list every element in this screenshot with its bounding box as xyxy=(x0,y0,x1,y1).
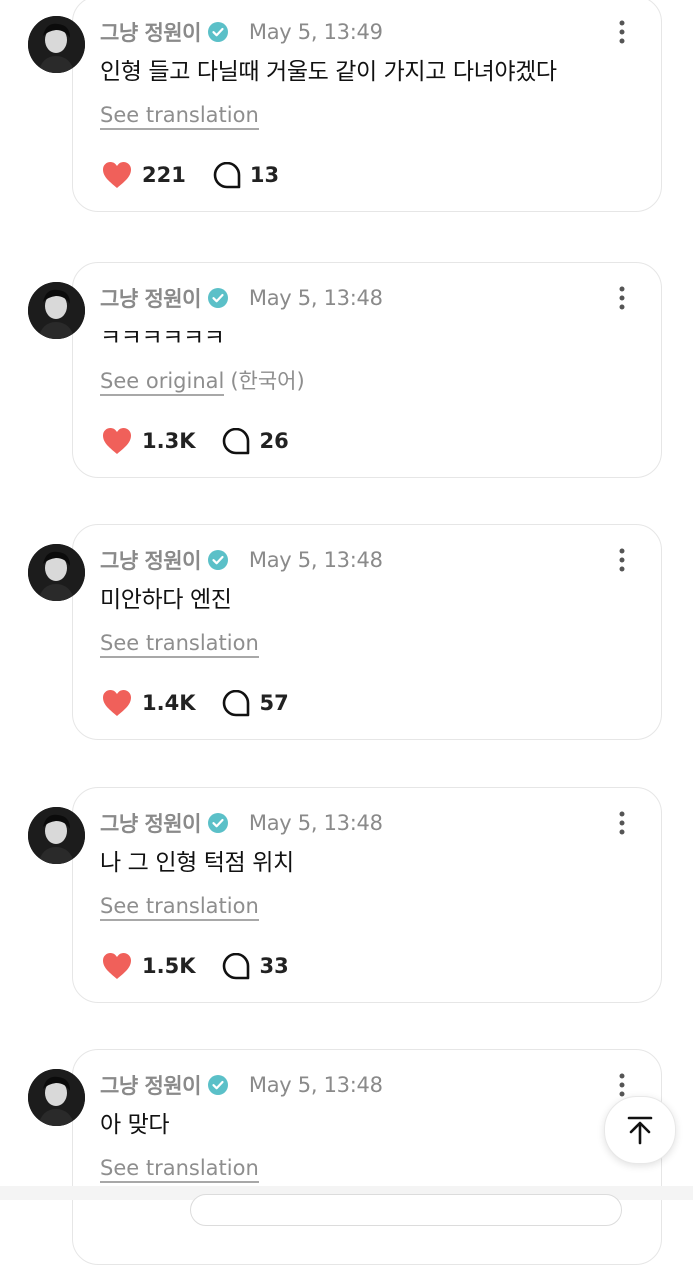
post-actions: 1.3K 26 xyxy=(100,424,289,458)
translation-row: See translation xyxy=(100,891,265,921)
post: 그냥 정원이 May 5, 13:48 미안하다 엔진 See translat… xyxy=(0,524,693,744)
author-name[interactable]: 그냥 정원이 xyxy=(100,545,201,575)
verified-badge-icon xyxy=(207,812,229,834)
reply-bubble-icon[interactable] xyxy=(221,426,251,456)
avatar[interactable] xyxy=(28,1069,85,1126)
translation-row: See translation xyxy=(100,100,265,130)
reply-count: 26 xyxy=(259,429,289,453)
arrow-up-to-top-icon xyxy=(626,1115,654,1145)
avatar[interactable] xyxy=(28,544,85,601)
verified-badge-icon xyxy=(207,21,229,43)
translation-row: See original (한국어) xyxy=(100,366,305,396)
post-text: 미안하다 엔진 xyxy=(100,587,232,613)
post: 그냥 정원이 May 5, 13:49 인형 들고 다닐때 거울도 같이 가지고… xyxy=(0,0,693,216)
author-name[interactable]: 그냥 정원이 xyxy=(100,1070,201,1100)
post-timestamp: May 5, 13:48 xyxy=(248,548,383,572)
post-timestamp: May 5, 13:48 xyxy=(248,811,383,835)
heart-icon[interactable] xyxy=(100,686,134,720)
reply-bubble-icon[interactable] xyxy=(221,951,251,981)
post-text: 인형 들고 다닐때 거울도 같이 가지고 다녀야겠다 xyxy=(100,59,557,85)
translation-row: See translation xyxy=(100,628,265,658)
scroll-to-top-button[interactable] xyxy=(604,1096,676,1164)
see-translation-link[interactable]: See translation xyxy=(100,1156,259,1183)
like-count: 221 xyxy=(142,163,186,187)
post-meta: 그냥 정원이 May 5, 13:48 xyxy=(100,809,383,837)
post: 그냥 정원이 May 5, 13:48 아 맞다 See translation xyxy=(0,1049,693,1269)
post-timestamp: May 5, 13:49 xyxy=(248,20,383,44)
language-label: (한국어) xyxy=(230,369,305,393)
post-text: ㅋㅋㅋㅋㅋㅋ xyxy=(100,325,225,351)
avatar[interactable] xyxy=(28,16,85,73)
reply-bubble-icon[interactable] xyxy=(221,688,251,718)
verified-badge-icon xyxy=(207,287,229,309)
post-actions: 1.5K 33 xyxy=(100,949,289,983)
author-name[interactable]: 그냥 정원이 xyxy=(100,808,201,838)
verified-badge-icon xyxy=(207,1074,229,1096)
heart-icon[interactable] xyxy=(100,158,134,192)
post-timestamp: May 5, 13:48 xyxy=(248,286,383,310)
more-vertical-icon[interactable] xyxy=(612,809,632,837)
post-text: 아 맞다 xyxy=(100,1112,170,1138)
post: 그냥 정원이 May 5, 13:48 ㅋㅋㅋㅋㅋㅋ See original(… xyxy=(0,262,693,482)
more-vertical-icon[interactable] xyxy=(612,18,632,46)
reply-count: 33 xyxy=(259,954,289,978)
see-translation-link[interactable]: See translation xyxy=(100,103,259,130)
like-count: 1.5K xyxy=(142,954,196,978)
post-meta: 그냥 정원이 May 5, 13:48 xyxy=(100,284,383,312)
reply-count: 57 xyxy=(259,691,289,715)
reply-count: 13 xyxy=(249,163,280,187)
reply-bubble-icon[interactable] xyxy=(212,160,242,190)
like-count: 1.4K xyxy=(142,691,196,715)
reply-composer[interactable] xyxy=(190,1194,622,1226)
see-translation-link[interactable]: See translation xyxy=(100,894,259,921)
avatar[interactable] xyxy=(28,282,85,339)
author-name[interactable]: 그냥 정원이 xyxy=(100,283,201,313)
post: 그냥 정원이 May 5, 13:48 나 그 인형 턱점 위치 See tra… xyxy=(0,787,693,1007)
post-meta: 그냥 정원이 May 5, 13:49 xyxy=(100,18,383,46)
heart-icon[interactable] xyxy=(100,949,134,983)
verified-badge-icon xyxy=(207,549,229,571)
more-vertical-icon[interactable] xyxy=(612,284,632,312)
more-vertical-icon[interactable] xyxy=(612,1071,632,1099)
author-name[interactable]: 그냥 정원이 xyxy=(100,17,201,47)
post-actions: 221 13 xyxy=(100,158,279,192)
post-actions: 1.4K 57 xyxy=(100,686,289,720)
see-original-link[interactable]: See original xyxy=(100,369,225,396)
post-meta: 그냥 정원이 May 5, 13:48 xyxy=(100,1071,383,1099)
more-vertical-icon[interactable] xyxy=(612,546,632,574)
post-meta: 그냥 정원이 May 5, 13:48 xyxy=(100,546,383,574)
translation-row: See translation xyxy=(100,1153,265,1183)
post-timestamp: May 5, 13:48 xyxy=(248,1073,383,1097)
post-text: 나 그 인형 턱점 위치 xyxy=(100,850,294,876)
see-translation-link[interactable]: See translation xyxy=(100,631,259,658)
avatar[interactable] xyxy=(28,807,85,864)
heart-icon[interactable] xyxy=(100,424,134,458)
like-count: 1.3K xyxy=(142,429,196,453)
